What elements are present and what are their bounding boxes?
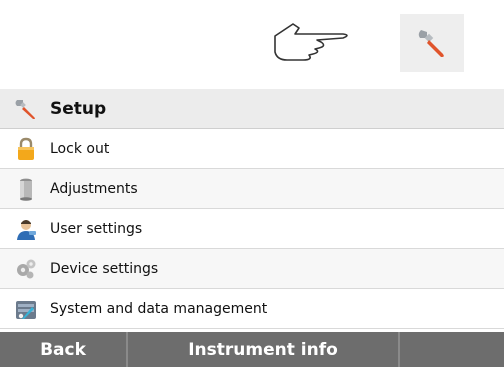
setup-shortcut-tile[interactable]	[400, 14, 464, 72]
pointing-hand-icon	[274, 23, 348, 61]
menu-item-lock-out[interactable]: Lock out	[0, 129, 504, 169]
empty-toolbar-slot	[400, 332, 504, 367]
setup-screen: Setup Lock out Adjustments User settings…	[0, 0, 504, 367]
user-icon	[14, 217, 38, 241]
menu-item-label: Adjustments	[50, 180, 138, 197]
menu-item-label: Lock out	[50, 140, 110, 157]
menu-item-device-settings[interactable]: Device settings	[0, 249, 504, 289]
padlock-icon	[14, 137, 38, 161]
menu-item-user-settings[interactable]: User settings	[0, 209, 504, 249]
setup-title: Setup	[50, 98, 107, 119]
wrench-icon	[14, 97, 38, 121]
menu-item-label: User settings	[50, 220, 143, 237]
database-icon	[14, 297, 38, 321]
gears-icon	[14, 257, 38, 281]
bottom-toolbar: Back Instrument info	[0, 332, 504, 367]
menu-item-adjustments[interactable]: Adjustments	[0, 169, 504, 209]
weight-icon	[14, 177, 38, 201]
instrument-info-button[interactable]: Instrument info	[128, 332, 400, 367]
setup-menu: Setup Lock out Adjustments User settings…	[0, 89, 504, 329]
menu-item-label: Device settings	[50, 260, 159, 277]
setup-header: Setup	[0, 89, 504, 129]
wrench-icon	[418, 30, 444, 57]
back-button[interactable]: Back	[0, 332, 128, 367]
menu-item-label: System and data management	[50, 300, 268, 317]
menu-item-system-data-management[interactable]: System and data management	[0, 289, 504, 329]
